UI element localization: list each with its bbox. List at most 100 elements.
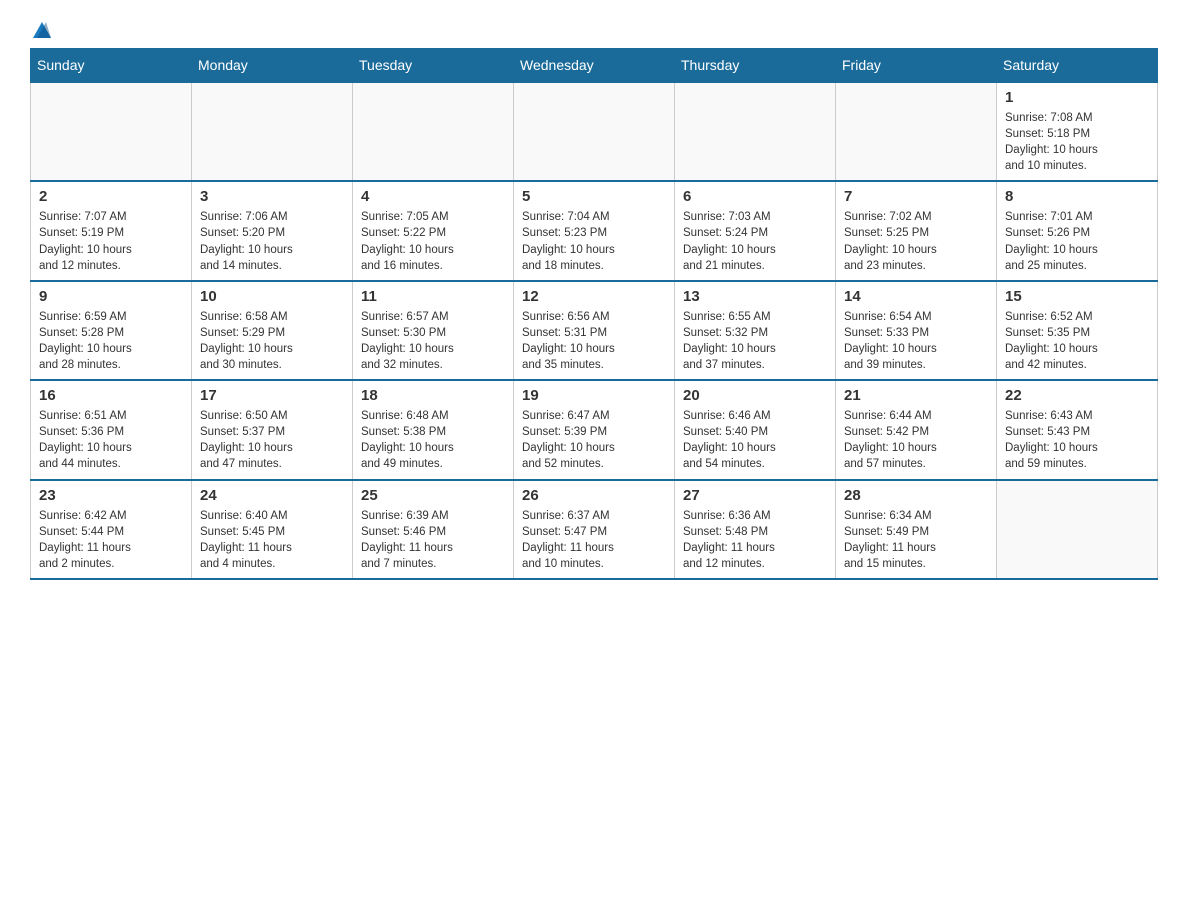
day-number: 10 xyxy=(200,288,344,305)
day-info: Sunrise: 6:44 AM Sunset: 5:42 PM Dayligh… xyxy=(844,408,988,472)
day-number: 12 xyxy=(522,288,666,305)
day-number: 18 xyxy=(361,387,505,404)
calendar-day-cell: 12Sunrise: 6:56 AM Sunset: 5:31 PM Dayli… xyxy=(514,281,675,380)
day-info: Sunrise: 6:39 AM Sunset: 5:46 PM Dayligh… xyxy=(361,508,505,572)
day-info: Sunrise: 6:42 AM Sunset: 5:44 PM Dayligh… xyxy=(39,508,183,572)
calendar-day-cell: 20 Sunrise: 6:46 AM Sunset: 5:40 PM Dayli… xyxy=(675,380,836,479)
day-number: 16 xyxy=(39,387,183,404)
calendar-day-cell: 11 Sunrise: 6:57 AM Sunset: 5:30 PM Dayli… xyxy=(353,281,514,380)
day-info: Sunrise: 6:50 AM Sunset: 5:37 PM Dayligh… xyxy=(200,408,344,472)
day-number: 9 xyxy=(39,288,183,305)
calendar-day-cell: 16 Sunrise: 6:51 AM Sunset: 5:36 PM Dayli… xyxy=(31,380,192,479)
calendar-day-cell: 6Sunrise: 7:03 AM Sunset: 5:24 PM Daylig… xyxy=(675,181,836,280)
day-info: Sunrise: 7:08 AM Sunset: 5:18 PM Dayligh… xyxy=(1005,110,1149,174)
calendar-day-cell: 15 Sunrise: 6:52 AM Sunset: 5:35 PM Dayli… xyxy=(997,281,1158,380)
calendar-day-cell: 4 Sunrise: 7:05 AM Sunset: 5:22 PM Daylig… xyxy=(353,181,514,280)
calendar-day-cell: 10 Sunrise: 6:58 AM Sunset: 5:29 PM Dayli… xyxy=(192,281,353,380)
day-number: 24 xyxy=(200,487,344,504)
calendar-week-row: 23 Sunrise: 6:42 AM Sunset: 5:44 PM Dayli… xyxy=(31,480,1158,579)
calendar-day-cell: 17 Sunrise: 6:50 AM Sunset: 5:37 PM Dayli… xyxy=(192,380,353,479)
calendar-day-cell: 28 Sunrise: 6:34 AM Sunset: 5:49 PM Dayli… xyxy=(836,480,997,579)
calendar-day-cell: 19 Sunrise: 6:47 AM Sunset: 5:39 PM Dayli… xyxy=(514,380,675,479)
calendar-day-cell xyxy=(353,82,514,181)
day-number: 26 xyxy=(522,487,666,504)
day-number: 1 xyxy=(1005,89,1149,106)
calendar-day-cell: 26 Sunrise: 6:37 AM Sunset: 5:47 PM Dayli… xyxy=(514,480,675,579)
day-number: 11 xyxy=(361,288,505,305)
day-info: Sunrise: 6:43 AM Sunset: 5:43 PM Dayligh… xyxy=(1005,408,1149,472)
calendar-day-cell: 24 Sunrise: 6:40 AM Sunset: 5:45 PM Dayli… xyxy=(192,480,353,579)
day-number: 14 xyxy=(844,288,988,305)
day-number: 28 xyxy=(844,487,988,504)
calendar-week-row: 16 Sunrise: 6:51 AM Sunset: 5:36 PM Dayli… xyxy=(31,380,1158,479)
calendar-day-cell: 14 Sunrise: 6:54 AM Sunset: 5:33 PM Dayli… xyxy=(836,281,997,380)
calendar-day-header: Saturday xyxy=(997,49,1158,83)
day-number: 22 xyxy=(1005,387,1149,404)
day-number: 23 xyxy=(39,487,183,504)
day-number: 21 xyxy=(844,387,988,404)
calendar-day-header: Friday xyxy=(836,49,997,83)
day-number: 25 xyxy=(361,487,505,504)
day-info: Sunrise: 6:59 AM Sunset: 5:28 PM Dayligh… xyxy=(39,309,183,373)
calendar-day-header: Tuesday xyxy=(353,49,514,83)
day-number: 8 xyxy=(1005,188,1149,205)
calendar-day-cell: 27 Sunrise: 6:36 AM Sunset: 5:48 PM Dayli… xyxy=(675,480,836,579)
logo xyxy=(30,20,51,38)
calendar-day-header: Sunday xyxy=(31,49,192,83)
calendar-day-header: Wednesday xyxy=(514,49,675,83)
day-number: 15 xyxy=(1005,288,1149,305)
calendar-week-row: 2 Sunrise: 7:07 AM Sunset: 5:19 PM Daylig… xyxy=(31,181,1158,280)
page-header xyxy=(30,20,1158,38)
day-info: Sunrise: 6:47 AM Sunset: 5:39 PM Dayligh… xyxy=(522,408,666,472)
day-info: Sunrise: 6:48 AM Sunset: 5:38 PM Dayligh… xyxy=(361,408,505,472)
day-number: 5 xyxy=(522,188,666,205)
calendar-day-cell: 21 Sunrise: 6:44 AM Sunset: 5:42 PM Dayli… xyxy=(836,380,997,479)
calendar-week-row: 9 Sunrise: 6:59 AM Sunset: 5:28 PM Daylig… xyxy=(31,281,1158,380)
day-info: Sunrise: 7:07 AM Sunset: 5:19 PM Dayligh… xyxy=(39,209,183,273)
calendar-day-header: Thursday xyxy=(675,49,836,83)
day-info: Sunrise: 6:52 AM Sunset: 5:35 PM Dayligh… xyxy=(1005,309,1149,373)
calendar-day-cell xyxy=(997,480,1158,579)
day-info: Sunrise: 6:57 AM Sunset: 5:30 PM Dayligh… xyxy=(361,309,505,373)
day-number: 2 xyxy=(39,188,183,205)
day-number: 27 xyxy=(683,487,827,504)
calendar-day-cell: 7 Sunrise: 7:02 AM Sunset: 5:25 PM Daylig… xyxy=(836,181,997,280)
day-info: Sunrise: 7:04 AM Sunset: 5:23 PM Dayligh… xyxy=(522,209,666,273)
day-info: Sunrise: 7:05 AM Sunset: 5:22 PM Dayligh… xyxy=(361,209,505,273)
calendar-day-cell: 22 Sunrise: 6:43 AM Sunset: 5:43 PM Dayli… xyxy=(997,380,1158,479)
calendar-day-header: Monday xyxy=(192,49,353,83)
calendar-week-row: 1 Sunrise: 7:08 AM Sunset: 5:18 PM Daylig… xyxy=(31,82,1158,181)
day-info: Sunrise: 6:40 AM Sunset: 5:45 PM Dayligh… xyxy=(200,508,344,572)
day-info: Sunrise: 6:34 AM Sunset: 5:49 PM Dayligh… xyxy=(844,508,988,572)
calendar-day-cell xyxy=(514,82,675,181)
day-number: 20 xyxy=(683,387,827,404)
calendar-day-cell xyxy=(836,82,997,181)
calendar-day-cell: 13Sunrise: 6:55 AM Sunset: 5:32 PM Dayli… xyxy=(675,281,836,380)
day-info: Sunrise: 6:46 AM Sunset: 5:40 PM Dayligh… xyxy=(683,408,827,472)
calendar-day-cell xyxy=(31,82,192,181)
calendar-day-cell: 5 Sunrise: 7:04 AM Sunset: 5:23 PM Daylig… xyxy=(514,181,675,280)
calendar-day-cell: 1 Sunrise: 7:08 AM Sunset: 5:18 PM Daylig… xyxy=(997,82,1158,181)
day-info: Sunrise: 6:51 AM Sunset: 5:36 PM Dayligh… xyxy=(39,408,183,472)
calendar-day-cell: 8 Sunrise: 7:01 AM Sunset: 5:26 PM Daylig… xyxy=(997,181,1158,280)
day-number: 3 xyxy=(200,188,344,205)
day-info: Sunrise: 6:36 AM Sunset: 5:48 PM Dayligh… xyxy=(683,508,827,572)
day-info: Sunrise: 6:37 AM Sunset: 5:47 PM Dayligh… xyxy=(522,508,666,572)
day-info: Sunrise: 6:54 AM Sunset: 5:33 PM Dayligh… xyxy=(844,309,988,373)
calendar-day-cell xyxy=(192,82,353,181)
day-number: 13 xyxy=(683,288,827,305)
day-number: 4 xyxy=(361,188,505,205)
calendar-header-row: SundayMondayTuesdayWednesdayThursdayFrid… xyxy=(31,49,1158,83)
day-info: Sunrise: 7:06 AM Sunset: 5:20 PM Dayligh… xyxy=(200,209,344,273)
day-number: 19 xyxy=(522,387,666,404)
logo-triangle-icon xyxy=(33,22,51,38)
day-number: 7 xyxy=(844,188,988,205)
calendar-day-cell xyxy=(675,82,836,181)
calendar-day-cell: 23 Sunrise: 6:42 AM Sunset: 5:44 PM Dayli… xyxy=(31,480,192,579)
day-info: Sunrise: 6:58 AM Sunset: 5:29 PM Dayligh… xyxy=(200,309,344,373)
calendar-day-cell: 2 Sunrise: 7:07 AM Sunset: 5:19 PM Daylig… xyxy=(31,181,192,280)
day-info: Sunrise: 7:01 AM Sunset: 5:26 PM Dayligh… xyxy=(1005,209,1149,273)
day-number: 17 xyxy=(200,387,344,404)
day-info: Sunrise: 7:02 AM Sunset: 5:25 PM Dayligh… xyxy=(844,209,988,273)
calendar-table: SundayMondayTuesdayWednesdayThursdayFrid… xyxy=(30,48,1158,580)
